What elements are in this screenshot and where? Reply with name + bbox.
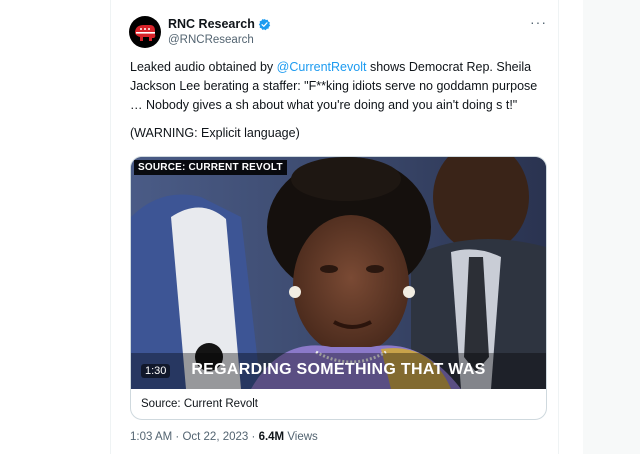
source-badge: SOURCE: CURRENT REVOLT [134, 160, 287, 175]
author-row: RNC Research [168, 17, 271, 31]
tweet-meta: 1:03 AM · Oct 22, 2023 · 6.4M Views [130, 431, 318, 443]
card-source-label[interactable]: Source: Current Revolt [141, 398, 258, 410]
mention-link[interactable]: @CurrentRevolt [277, 60, 367, 74]
author-name[interactable]: RNC Research [168, 17, 255, 31]
video-player[interactable]: SOURCE: CURRENT REVOLT REGARDING SOMETHI… [131, 157, 546, 389]
timeline-right-border [558, 0, 559, 454]
sidebar-background [583, 0, 640, 454]
views-count: 6.4M [258, 431, 285, 443]
tweet-text-intro: Leaked audio obtained by [130, 60, 277, 74]
tweet-time[interactable]: 1:03 AM [130, 431, 172, 443]
tweet-text: Leaked audio obtained by @CurrentRevolt … [130, 58, 550, 115]
verified-badge-icon [258, 18, 271, 30]
more-options-icon[interactable]: ··· [530, 14, 547, 30]
meta-separator: · [175, 431, 180, 443]
video-caption: REGARDING SOMETHING THAT WAS [191, 361, 486, 378]
author-handle[interactable]: @RNCResearch [168, 34, 254, 46]
video-timecode: 1:30 [141, 364, 171, 378]
rnc-elephant-logo-icon [135, 25, 156, 41]
views-label: Views [287, 431, 318, 443]
meta-separator: · [251, 431, 256, 443]
avatar[interactable] [129, 16, 161, 48]
timeline-left-border [110, 0, 111, 454]
tweet-date[interactable]: Oct 22, 2023 [182, 431, 248, 443]
video-card[interactable]: SOURCE: CURRENT REVOLT REGARDING SOMETHI… [130, 156, 547, 420]
tweet-warning: (WARNING: Explicit language) [130, 126, 300, 140]
